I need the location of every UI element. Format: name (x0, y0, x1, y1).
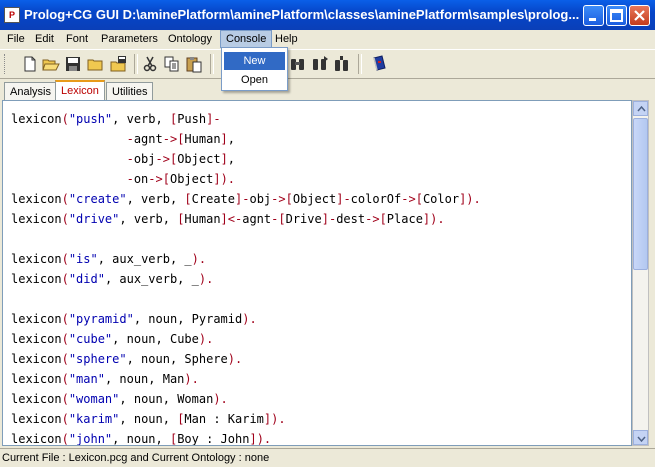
window-title: Prolog+CG GUI D:\aminePlatform\aminePlat… (24, 7, 580, 22)
code-line: -on->[Object]). (126, 172, 236, 186)
find-button[interactable] (289, 55, 307, 73)
toolbar (0, 49, 655, 79)
toolbar-grip[interactable] (4, 54, 8, 74)
code-line: lexicon("sphere", noun, Sphere). (11, 352, 243, 366)
app-icon: P (4, 7, 20, 23)
toolbar-separator (134, 54, 138, 74)
tab-analysis[interactable]: Analysis (4, 82, 57, 100)
code-editor[interactable]: lexicon("push", verb, [Push]- -agnt->[Hu… (2, 100, 632, 446)
close-icon (634, 10, 645, 21)
code-line: -agnt->[Human], (126, 132, 236, 146)
menu-ontology[interactable]: Ontology (163, 30, 217, 48)
save-button[interactable] (64, 55, 82, 73)
toolbar-separator-3 (358, 54, 362, 74)
toolbar-separator-2 (210, 54, 214, 74)
code-line: lexicon("push", verb, [Push]- (11, 112, 221, 126)
maximize-icon (610, 9, 623, 22)
paste-button[interactable] (185, 55, 203, 73)
folder-icon (87, 59, 103, 71)
save-folder-button[interactable] (110, 55, 128, 73)
minimize-icon (589, 18, 596, 21)
menu-parameters[interactable]: Parameters (96, 30, 163, 48)
menu-bar: File Edit Font Parameters Ontology Conso… (0, 30, 655, 48)
console-menu-dropdown: New Open (221, 47, 288, 91)
menu-font[interactable]: Font (61, 30, 93, 48)
scroll-down-button[interactable] (633, 430, 648, 445)
arrow-down-icon (637, 436, 646, 443)
binoculars-replace-icon (335, 56, 348, 71)
book-icon (373, 55, 386, 71)
console-menu-open[interactable]: Open (224, 71, 285, 89)
vertical-scrollbar[interactable] (632, 100, 649, 446)
maximize-button[interactable] (606, 5, 627, 26)
menu-console[interactable]: Console (220, 30, 273, 48)
tab-lexicon[interactable]: Lexicon (55, 80, 105, 100)
open-file-button[interactable] (42, 55, 60, 73)
open-folder-icon (42, 59, 60, 71)
title-bar[interactable]: P Prolog+CG GUI D:\aminePlatform\aminePl… (0, 0, 655, 30)
scroll-thumb[interactable] (633, 118, 648, 270)
paste-icon (186, 57, 202, 73)
code-line: -obj->[Object], (126, 152, 236, 166)
code-line: lexicon("pyramid", noun, Pyramid). (11, 312, 257, 326)
code-text[interactable]: lexicon("push", verb, [Push]- -agnt->[Hu… (11, 109, 481, 446)
code-line: lexicon("cube", noun, Cube). (11, 332, 214, 346)
help-book-button[interactable] (370, 55, 388, 73)
copy-icon (164, 56, 179, 72)
copy-button[interactable] (163, 55, 181, 73)
status-bar: Current File : Lexicon.pcg and Current O… (0, 448, 655, 466)
code-line: lexicon("man", noun, Man). (11, 372, 199, 386)
replace-button[interactable] (333, 55, 351, 73)
tab-utilities[interactable]: Utilities (106, 82, 154, 100)
code-line: lexicon("did", aux_verb, _). (11, 272, 214, 286)
tab-strip: Analysis Lexicon Utilities (0, 80, 655, 100)
binoculars-icon (291, 59, 304, 70)
save-icon (66, 57, 80, 71)
code-line: lexicon("woman", noun, Woman). (11, 392, 228, 406)
menu-file[interactable]: File (2, 30, 30, 48)
scissors-icon (143, 56, 157, 72)
code-line: lexicon("drive", verb, [Human]<-agnt-[Dr… (11, 212, 445, 226)
code-line: lexicon("is", aux_verb, _). (11, 252, 207, 266)
code-line: lexicon("john", noun, [Boy : John]). (11, 432, 272, 446)
menu-edit[interactable]: Edit (30, 30, 59, 48)
minimize-button[interactable] (583, 5, 604, 26)
code-line: lexicon("karim", noun, [Man : Karim]). (11, 412, 286, 426)
menu-help[interactable]: Help (270, 30, 303, 48)
new-file-icon (24, 56, 36, 72)
new-file-button[interactable] (21, 55, 39, 73)
arrow-up-icon (637, 105, 646, 112)
binoculars-next-icon (313, 56, 328, 70)
folder-save-icon (110, 56, 126, 72)
cut-button[interactable] (141, 55, 159, 73)
find-next-button[interactable] (311, 55, 329, 73)
close-button[interactable] (629, 5, 650, 26)
scroll-up-button[interactable] (633, 101, 648, 116)
console-menu-new[interactable]: New (224, 52, 285, 70)
code-line: lexicon("create", verb, [Create]-obj->[O… (11, 192, 481, 206)
close-file-button[interactable] (87, 55, 105, 73)
